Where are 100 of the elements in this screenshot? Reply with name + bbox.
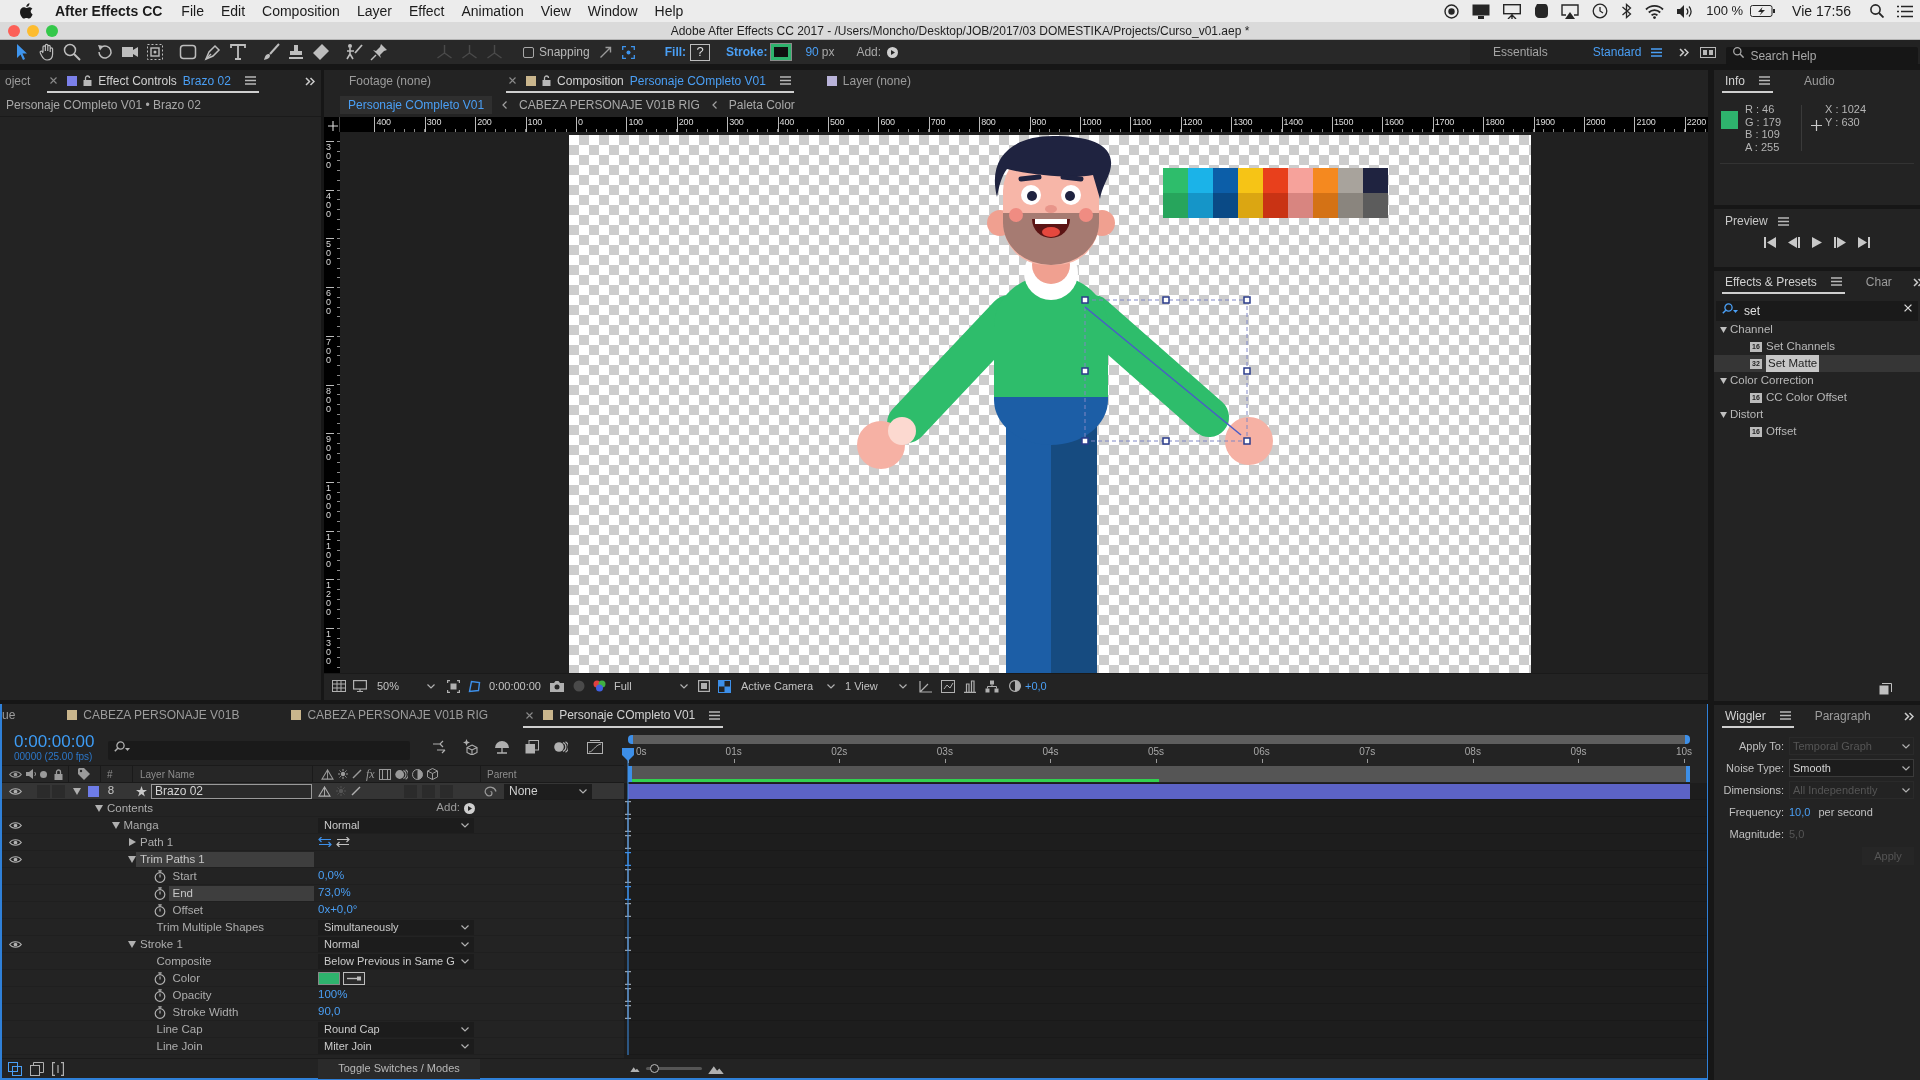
layer-name-field[interactable]: Brazo 02 [151,783,312,799]
grid-icon[interactable] [332,680,346,692]
switch-box[interactable] [404,784,417,798]
handle-icon[interactable] [1243,296,1251,304]
brush-icon[interactable] [262,43,280,61]
hierarchy-icon[interactable] [985,679,999,693]
dashed-square-icon[interactable] [146,43,164,61]
menu-icon[interactable] [1777,216,1789,226]
dropdown[interactable]: Smooth [1789,759,1914,777]
camera-dropdown[interactable]: Active Camera [741,677,835,695]
property-name[interactable]: Stroke 1 [136,936,314,952]
menu-icon[interactable] [1779,711,1791,720]
option-dropdown[interactable]: Miter Join [318,1038,474,1054]
search-icon[interactable] [1870,4,1884,18]
wifi-icon[interactable] [1645,3,1665,19]
property-name[interactable]: Manga [119,817,314,833]
panel-tab[interactable]: Composition Personaje COmpleto V01 [506,70,794,93]
stopwatch-icon[interactable] [153,886,166,900]
blend-mode-dropdown[interactable]: Normal [318,817,474,833]
triangle-down-icon[interactable] [111,821,120,829]
cube-icon[interactable] [426,768,438,780]
stroke-swatch[interactable] [771,44,792,60]
toggle-switches-modes-button[interactable]: Toggle Switches / Modes [318,1058,480,1079]
property-name[interactable]: Color [168,970,314,986]
resolution-dropdown[interactable]: Full [614,677,688,695]
handle-icon[interactable] [1081,296,1089,304]
lock-icon[interactable] [542,75,552,86]
type-tool-icon[interactable] [229,43,247,61]
lock-icon[interactable] [83,75,93,86]
panel-tab[interactable]: CABEZA PERSONAJE V01B RIG [288,704,492,728]
category-row[interactable]: Distort [1714,406,1920,423]
solo-switch[interactable] [37,784,50,798]
app-menu[interactable]: After Effects CC [55,0,163,22]
add-shape-button[interactable]: Add: [856,43,899,61]
film-frame-icon[interactable] [378,768,391,780]
speaker-icon[interactable] [26,769,36,779]
handle-icon[interactable] [1243,437,1251,445]
zoom-slider[interactable] [646,1064,702,1073]
panel-tab[interactable]: Effects & Presets [1722,271,1845,294]
first-frame-icon[interactable] [1764,237,1776,248]
label-color-icon[interactable] [88,785,99,797]
triangle-down-icon[interactable] [1720,411,1727,418]
battery-icon[interactable] [1750,5,1776,17]
property-name[interactable]: Composite [152,953,314,969]
eye-icon[interactable] [9,820,22,830]
axes-icon[interactable] [919,679,933,693]
blend-mode-dropdown[interactable]: Normal [318,936,474,952]
figure-brush-icon[interactable] [345,43,363,61]
brackets-icon[interactable] [52,1061,64,1076]
toggle-icon[interactable] [573,680,585,692]
property-name[interactable]: Opacity [168,987,314,1003]
eye-icon[interactable] [9,837,22,847]
frame-icon[interactable] [447,679,460,693]
airplay-icon[interactable] [1561,3,1580,19]
parent-dropdown[interactable]: None [504,783,592,799]
menu-icon[interactable] [1651,47,1663,57]
eye-icon[interactable] [9,939,22,949]
panel-tab[interactable]: Wiggler [1722,705,1794,728]
lock-switch[interactable] [52,784,65,798]
half-circle-icon[interactable] [411,768,423,780]
menu-icon[interactable] [1759,76,1770,85]
menu-icon[interactable] [1830,277,1842,286]
eye-icon[interactable] [9,786,22,796]
switch-box[interactable] [422,784,435,798]
exposure-value[interactable]: +0,0 [1025,677,1047,695]
zoom-dropdown[interactable]: 50% [377,677,435,695]
handle-icon[interactable] [1162,437,1170,445]
arrows-icon[interactable] [318,837,332,847]
hand-icon[interactable] [38,43,56,61]
property-value[interactable]: 0,0% [318,867,345,885]
rounded-rectangle-icon[interactable] [179,43,197,61]
property-name[interactable]: End [168,885,314,901]
stroke-label[interactable]: Stroke: [726,43,768,61]
transparency-grid-icon[interactable] [718,679,731,693]
lock-icon[interactable] [54,768,63,780]
menu-item[interactable]: File [181,0,204,22]
triangle-down-icon[interactable] [128,940,136,948]
triangle-down-icon[interactable] [95,804,103,812]
menu-item[interactable]: View [540,0,571,22]
triangle-down-icon[interactable] [1720,377,1727,384]
menu-clock[interactable]: Vie 17:56 [1792,0,1851,22]
stroke-width-value[interactable]: 90 [805,43,819,61]
slider-thumb[interactable] [650,1064,660,1073]
menu-icon[interactable] [779,76,791,85]
color-swatch[interactable] [318,971,340,985]
breadcrumb-item[interactable]: CABEZA PERSONAJE V01B RIG [517,96,702,114]
monitor-icon[interactable] [1472,3,1491,19]
stopwatch-icon[interactable] [153,869,166,883]
handle-icon[interactable] [1243,367,1251,375]
eraser-icon[interactable] [312,43,330,61]
bluetooth-icon[interactable] [1621,3,1633,19]
eyedropper-icon[interactable] [343,971,365,985]
menu-icon[interactable] [709,710,721,720]
property-name[interactable]: Offset [168,902,314,918]
solo-dot-icon[interactable] [40,770,47,778]
panel-tab[interactable]: Paragraph [1811,705,1874,728]
property-name[interactable]: Path 1 [136,834,314,850]
breadcrumb-item[interactable]: Personaje COmpleto V01 [340,96,493,114]
panel-tab[interactable]: ue [2,704,19,728]
pin-icon[interactable] [370,43,388,61]
